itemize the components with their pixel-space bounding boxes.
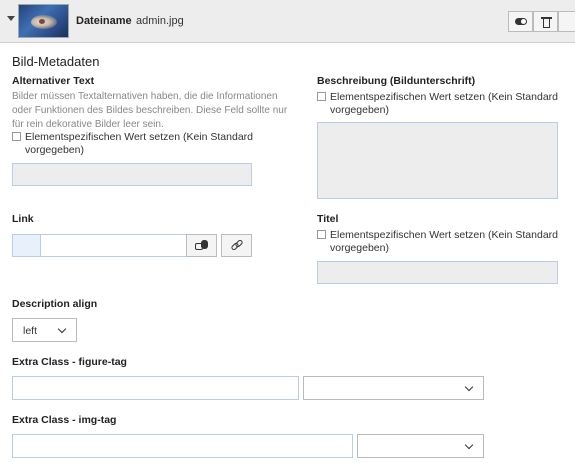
title-input[interactable]: [317, 261, 558, 284]
alt-text-override[interactable]: Elementspezifischen Wert setzen (Kein St…: [12, 131, 302, 159]
delete-button[interactable]: [533, 11, 558, 32]
description-align-value: left: [23, 325, 38, 337]
img-class-label: Extra Class - img-tag: [12, 414, 117, 426]
chevron-down-icon: [464, 440, 474, 450]
figure-class-label: Extra Class - figure-tag: [12, 356, 127, 368]
trash-icon: [541, 16, 552, 28]
alt-text-input[interactable]: [12, 163, 252, 186]
toggle-visibility-button[interactable]: [508, 11, 533, 32]
toggle-icon: [515, 18, 527, 25]
figure-class-input[interactable]: [12, 376, 299, 400]
link-input[interactable]: [40, 234, 187, 257]
collapse-caret-icon[interactable]: [7, 16, 15, 21]
title-override[interactable]: Elementspezifischen Wert setzen (Kein St…: [317, 229, 575, 257]
alt-text-label: Alternativer Text: [12, 75, 95, 87]
image-thumbnail: [18, 4, 69, 38]
filename-label: Dateiname: [76, 15, 132, 27]
alt-text-checkbox-label: Elementspezifischen Wert setzen (Kein St…: [25, 131, 254, 156]
link-wizard-icon: [195, 240, 208, 252]
link-type-indicator: [12, 234, 41, 257]
link-label: Link: [12, 213, 34, 225]
chain-link-icon: [230, 238, 244, 252]
thumbnail-dot-shape: [39, 19, 45, 24]
figure-class-select[interactable]: [303, 376, 484, 400]
title-checkbox-label: Elementspezifischen Wert setzen (Kein St…: [330, 229, 559, 254]
caption-textarea[interactable]: [317, 122, 558, 199]
link-browse-button[interactable]: [221, 234, 252, 257]
file-reference-header[interactable]: Dateiname admin.jpg: [0, 0, 575, 43]
alt-text-description: Bilder müssen Textalternativen haben, di…: [12, 91, 288, 130]
caption-checkbox-label: Elementspezifischen Wert setzen (Kein St…: [330, 91, 559, 116]
img-class-input[interactable]: [12, 434, 353, 458]
section-title: Bild-Metadaten: [12, 54, 100, 69]
more-button[interactable]: [558, 11, 575, 32]
description-align-select[interactable]: left: [12, 318, 77, 342]
description-align-label: Description align: [12, 298, 98, 310]
chevron-down-icon: [57, 324, 67, 334]
title-checkbox[interactable]: [317, 230, 326, 239]
caption-override[interactable]: Elementspezifischen Wert setzen (Kein St…: [317, 91, 575, 119]
title-label: Titel: [317, 213, 339, 225]
chevron-down-icon: [464, 382, 474, 392]
filename-value: admin.jpg: [136, 15, 184, 27]
link-wizard-button[interactable]: [186, 234, 217, 257]
img-class-select[interactable]: [357, 434, 484, 458]
caption-checkbox[interactable]: [317, 92, 326, 101]
caption-label: Beschreibung (Bildunterschrift): [317, 75, 476, 87]
alt-text-checkbox[interactable]: [12, 132, 21, 141]
